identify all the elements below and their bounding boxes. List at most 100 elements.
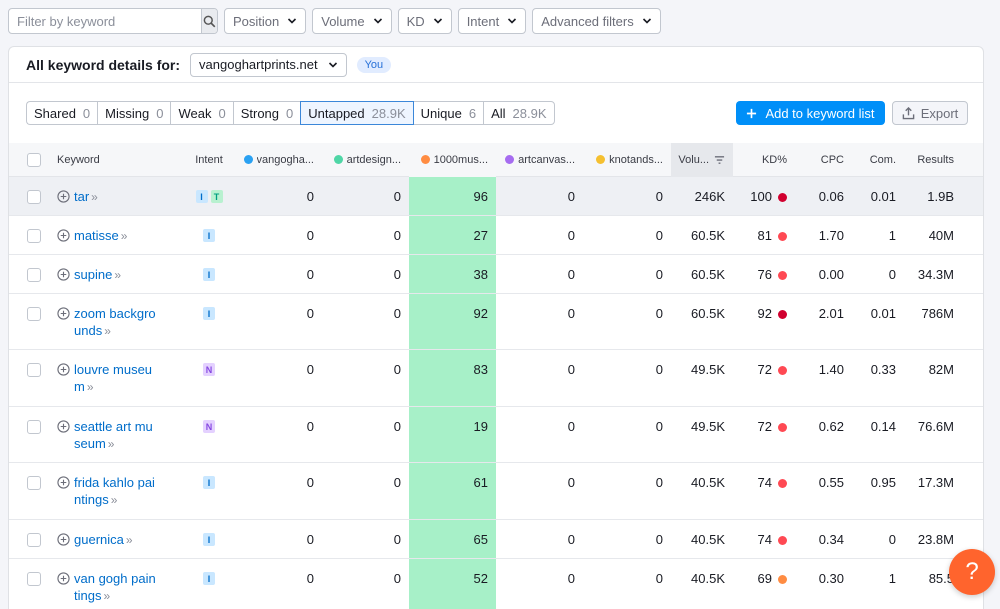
intent-badge: N [203, 363, 215, 376]
keyword-details-icon[interactable]: » [108, 437, 115, 451]
keyword-link[interactable]: seattle art mu seum» [74, 418, 153, 453]
domain-select-value: vangoghartprints.net [199, 57, 318, 72]
add-keyword-icon[interactable] [57, 420, 70, 433]
cpc-column-header[interactable]: CPC [795, 143, 852, 177]
keyword-details-icon[interactable]: » [111, 493, 118, 507]
domain-position-cell: 27 [409, 216, 496, 254]
keyword-details-icon[interactable]: » [103, 589, 110, 603]
row-checkbox[interactable] [27, 533, 41, 547]
volume-value: 40.5K [691, 532, 725, 547]
keyword-wrap: louvre museu m» [57, 361, 152, 396]
keyword-link[interactable]: van gogh pain tings» [74, 570, 156, 605]
domain-4-column-header[interactable]: artcanvas... [496, 143, 583, 177]
keyword-link[interactable]: guernica» [74, 531, 133, 549]
add-keyword-icon[interactable] [57, 476, 70, 489]
row-checkbox[interactable] [27, 363, 41, 377]
tab-shared[interactable]: Shared 0 [26, 101, 98, 125]
row-checkbox[interactable] [27, 229, 41, 243]
add-keyword-icon[interactable] [57, 307, 70, 320]
kd-indicator [778, 479, 787, 488]
keyword-link[interactable]: supine» [74, 266, 121, 284]
chevron-down-icon [288, 18, 297, 24]
domain-position-cell: 0 [583, 520, 671, 558]
help-button[interactable]: ? [949, 549, 995, 595]
volume-cell: 49.5K [671, 407, 733, 462]
row-checkbox[interactable] [27, 190, 41, 204]
keyword-wrap: guernica» [57, 531, 133, 549]
select-all-checkbox[interactable] [27, 152, 41, 167]
domain-select[interactable]: vangoghartprints.net [190, 52, 347, 77]
add-keyword-icon[interactable] [57, 572, 70, 585]
row-checkbox[interactable] [27, 572, 41, 586]
tab-untapped[interactable]: Untapped 28.9K [300, 101, 414, 125]
tab-all[interactable]: All 28.9K [483, 101, 555, 125]
keyword-column-header[interactable]: Keyword [53, 143, 183, 177]
export-button[interactable]: Export [892, 101, 968, 125]
keyword-details-icon[interactable]: » [91, 190, 98, 204]
domain-3-column-header[interactable]: 1000mus... [409, 142, 496, 177]
kd-cell: 72 [733, 350, 795, 406]
keyword-details-icon[interactable]: » [121, 229, 128, 243]
intent-column-header[interactable]: Intent [183, 143, 235, 177]
results-cell: 1.9B [904, 177, 972, 215]
position-value: 0 [655, 267, 663, 282]
intent-cell: I [183, 255, 235, 293]
advanced-filters-dropdown[interactable]: Advanced filters [532, 8, 661, 34]
position-dropdown[interactable]: Position [224, 8, 307, 34]
results-cell: 40M [904, 216, 972, 254]
tab-unique[interactable]: Unique 6 [413, 101, 484, 125]
add-keyword-icon[interactable] [57, 363, 70, 376]
row-checkbox[interactable] [27, 476, 41, 490]
add-keyword-icon[interactable] [57, 268, 70, 281]
results-column-header[interactable]: Results [904, 143, 972, 177]
tab-missing[interactable]: Missing 0 [97, 101, 171, 125]
keyword-details-panel: All keyword details for: vangoghartprint… [8, 46, 984, 609]
domain-position-cell: 92 [409, 294, 496, 349]
position-value: 27 [473, 228, 488, 243]
add-keyword-icon[interactable] [57, 229, 70, 242]
add-to-keyword-list-button[interactable]: Add to keyword list [736, 101, 885, 125]
domain-position-cell: 0 [235, 520, 322, 558]
keyword-link[interactable]: zoom backgro unds» [74, 305, 156, 340]
position-value: 0 [306, 475, 314, 490]
com-cell: 0.01 [852, 177, 904, 215]
keyword-link[interactable]: tar» [74, 188, 98, 206]
row-checkbox[interactable] [27, 268, 41, 282]
kd-column-header[interactable]: KD% [733, 143, 795, 177]
row-checkbox[interactable] [27, 307, 41, 321]
keyword-details-icon[interactable]: » [114, 268, 121, 282]
position-value: 19 [473, 419, 488, 434]
row-checkbox[interactable] [27, 420, 41, 434]
keyword-details-icon[interactable]: » [104, 324, 111, 338]
kd-dropdown[interactable]: KD [397, 8, 452, 34]
domain-2-column-header[interactable]: artdesign... [322, 143, 409, 177]
volume-value: 40.5K [691, 571, 725, 586]
search-button[interactable] [201, 9, 217, 33]
keyword-details-icon[interactable]: » [126, 533, 133, 547]
volume-column-header[interactable]: Volu... [671, 142, 733, 177]
keyword-details-icon[interactable]: » [87, 380, 94, 394]
com-column-header[interactable]: Com. [852, 143, 904, 177]
keyword-cell: tar» [53, 177, 183, 215]
kd-cell: 72 [733, 407, 795, 462]
domain-position-cell: 0 [235, 216, 322, 254]
domain-5-column-header[interactable]: knotands... [583, 143, 671, 177]
results-cell: 17.3M [904, 463, 972, 519]
intent-badge: I [203, 268, 215, 281]
cpc-value: 0.30 [818, 571, 844, 586]
add-keyword-icon[interactable] [57, 533, 70, 546]
tab-strong[interactable]: Strong 0 [232, 101, 301, 125]
keyword-filter-input[interactable] [9, 9, 201, 33]
cpc-value: 1.70 [818, 228, 844, 243]
tab-weak[interactable]: Weak 0 [170, 101, 233, 125]
volume-dropdown[interactable]: Volume [312, 8, 392, 34]
keyword-link[interactable]: frida kahlo pai ntings» [74, 474, 155, 509]
tab-label: Untapped [308, 105, 365, 121]
keyword-link[interactable]: louvre museu m» [74, 361, 152, 396]
results-value: 34.3M [917, 267, 954, 282]
intent-dropdown[interactable]: Intent [457, 8, 527, 34]
domain-1-column-header[interactable]: vangogha... [235, 143, 322, 177]
keyword-link[interactable]: matisse» [74, 227, 127, 245]
add-keyword-icon[interactable] [57, 190, 70, 203]
cpc-cell: 0.62 [795, 407, 852, 462]
